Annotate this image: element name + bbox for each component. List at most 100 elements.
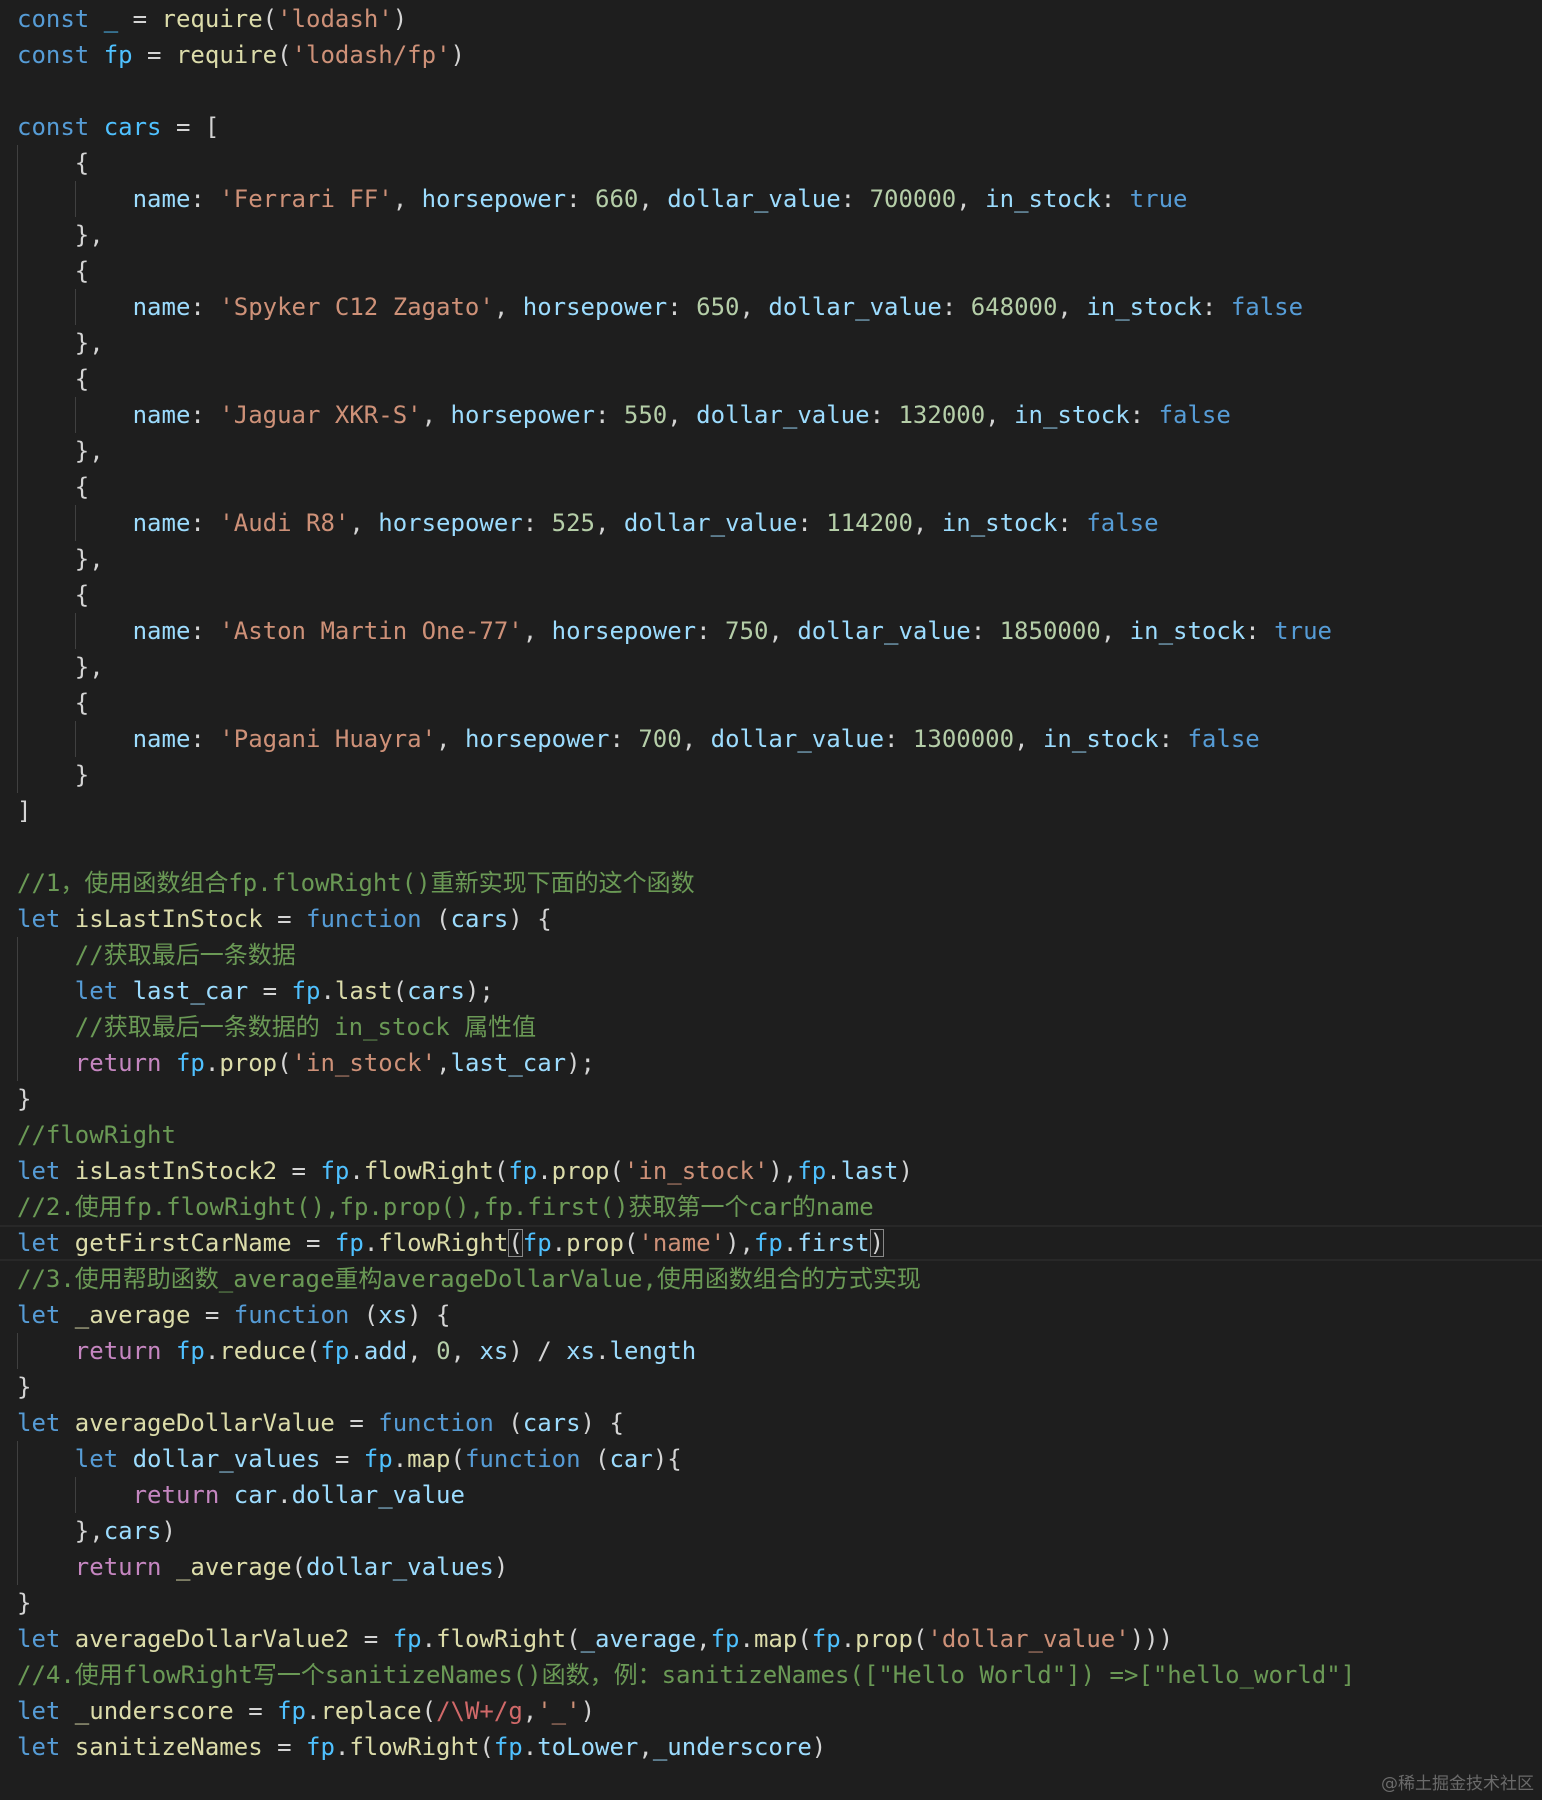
code-line[interactable]: }: [0, 1081, 1542, 1117]
code-token: fp: [753, 1229, 783, 1257]
code-token: :: [1057, 509, 1087, 537]
code-token: fp: [103, 41, 133, 69]
code-token: 750: [725, 617, 769, 645]
code-line[interactable]: //获取最后一条数据的 in_stock 属性值: [0, 1009, 1542, 1045]
code-line[interactable]: }: [0, 1585, 1542, 1621]
code-line[interactable]: const _ = require('lodash'): [0, 1, 1542, 37]
code-token: let: [17, 1697, 75, 1725]
watermark: @稀土掘金技术社区: [1381, 1774, 1534, 1794]
code-line[interactable]: let sanitizeNames = fp.flowRight(fp.toLo…: [0, 1729, 1542, 1765]
code-line[interactable]: return fp.reduce(fp.add, 0, xs) / xs.len…: [0, 1333, 1542, 1369]
code-line[interactable]: let averageDollarValue = function (cars)…: [0, 1405, 1542, 1441]
code-line[interactable]: let averageDollarValue2 = fp.flowRight(_…: [0, 1621, 1542, 1657]
code-token: toLower: [537, 1733, 639, 1761]
code-line[interactable]: },: [0, 541, 1542, 577]
code-token: _underscore: [74, 1697, 234, 1725]
code-line[interactable]: //1，使用函数组合fp.flowRight()重新实现下面的这个函数: [0, 865, 1542, 901]
code-line[interactable]: let last_car = fp.last(cars);: [0, 973, 1542, 1009]
code-token: ): [161, 1517, 176, 1545]
code-token: .: [349, 1157, 364, 1185]
code-token: const: [17, 113, 104, 141]
code-line[interactable]: {: [0, 685, 1542, 721]
code-line[interactable]: //4.使用flowRight写一个sanitizeNames()函数，例：sa…: [0, 1657, 1542, 1693]
code-line[interactable]: name: 'Jaguar XKR-S', horsepower: 550, d…: [0, 397, 1542, 433]
code-line[interactable]: {: [0, 145, 1542, 181]
code-token: :: [190, 293, 220, 321]
code-line[interactable]: [0, 73, 1542, 109]
code-token: }: [17, 1085, 32, 1113]
code-token: ): [811, 1733, 827, 1761]
code-token: /\W+/g: [436, 1697, 523, 1725]
code-token: cars: [103, 113, 162, 141]
code-token: ,: [421, 401, 451, 429]
code-token: (: [450, 1445, 465, 1473]
indent-guide: [74, 613, 76, 649]
code-token: last_car: [450, 1049, 567, 1077]
code-token: ,: [1014, 725, 1043, 753]
code-line[interactable]: name: 'Aston Martin One-77', horsepower:…: [0, 613, 1542, 649]
code-line[interactable]: return fp.prop('in_stock',last_car);: [0, 1045, 1542, 1081]
code-token: ): [392, 5, 408, 33]
indent-guide: [17, 253, 18, 289]
code-line[interactable]: {: [0, 361, 1542, 397]
code-line[interactable]: //2.使用fp.flowRight(),fp.prop(),fp.first(…: [0, 1189, 1542, 1225]
code-token: //获取最后一条数据的 in_stock 属性值: [74, 1013, 537, 1041]
code-line[interactable]: }: [0, 1369, 1542, 1405]
code-token: prop: [566, 1229, 624, 1257]
code-line[interactable]: {: [0, 577, 1542, 613]
code-line[interactable]: name: 'Spyker C12 Zagato', horsepower: 6…: [0, 289, 1542, 325]
code-line[interactable]: {: [0, 469, 1542, 505]
code-line[interactable]: name: 'Audi R8', horsepower: 525, dollar…: [0, 505, 1542, 541]
code-line[interactable]: },: [0, 649, 1542, 685]
code-editor[interactable]: const _ = require('lodash') const fp = re…: [0, 1, 1542, 1765]
code-token: );: [464, 977, 494, 1005]
code-token: (: [291, 1553, 306, 1581]
code-line[interactable]: name: 'Pagani Huayra', horsepower: 700, …: [0, 721, 1542, 757]
code-token: averageDollarValue: [74, 1409, 335, 1437]
code-token: isLastInStock2: [74, 1157, 278, 1185]
code-line[interactable]: },cars): [0, 1513, 1542, 1549]
code-line[interactable]: let isLastInStock2 = fp.flowRight(fp.pro…: [0, 1153, 1542, 1189]
code-token: require: [161, 5, 263, 33]
code-token: dollar_values: [306, 1553, 494, 1581]
code-line[interactable]: [0, 829, 1542, 865]
code-line[interactable]: },: [0, 217, 1542, 253]
code-line[interactable]: const cars = [: [0, 109, 1542, 145]
code-token: flowRight: [349, 1733, 480, 1761]
code-line[interactable]: let dollar_values = fp.map(function (car…: [0, 1441, 1542, 1477]
code-token: _underscore: [652, 1733, 812, 1761]
code-line[interactable]: //3.使用帮助函数_average重构averageDollarValue,使…: [0, 1261, 1542, 1297]
code-line[interactable]: },: [0, 433, 1542, 469]
code-token: :: [667, 293, 697, 321]
indent-guide: [17, 397, 18, 433]
code-line[interactable]: ]: [0, 793, 1542, 829]
indent-guide: [17, 613, 18, 649]
code-token: prop: [855, 1625, 913, 1653]
code-line[interactable]: let isLastInStock = function (cars) {: [0, 901, 1542, 937]
code-line[interactable]: {: [0, 253, 1542, 289]
code-line[interactable]: let getFirstCarName = fp.flowRight(fp.pr…: [0, 1225, 1542, 1261]
code-line[interactable]: return car.dollar_value: [0, 1477, 1542, 1513]
code-token: //4.使用flowRight写一个sanitizeNames()函数，例：sa…: [17, 1661, 1356, 1689]
code-token: :: [696, 617, 726, 645]
code-token: fp: [175, 1049, 205, 1077]
code-token: :: [1100, 185, 1130, 213]
code-line[interactable]: let _average = function (xs) {: [0, 1297, 1542, 1333]
code-token: }: [17, 1589, 32, 1617]
code-line[interactable]: //获取最后一条数据: [0, 937, 1542, 973]
code-token: :: [190, 185, 220, 213]
indent-guide: [74, 181, 76, 217]
code-token: },: [17, 329, 104, 357]
code-token: (: [262, 5, 278, 33]
code-line[interactable]: let _underscore = fp.replace(/\W+/g,'_'): [0, 1693, 1542, 1729]
code-line[interactable]: },: [0, 325, 1542, 361]
code-line[interactable]: return _average(dollar_values): [0, 1549, 1542, 1585]
code-token: in_stock: [1086, 293, 1202, 321]
code-line[interactable]: //flowRight: [0, 1117, 1542, 1153]
code-token: 650: [696, 293, 740, 321]
code-token: false: [1187, 725, 1260, 753]
code-line[interactable]: const fp = require('lodash/fp'): [0, 37, 1542, 73]
code-line[interactable]: }: [0, 757, 1542, 793]
code-token: fp: [811, 1625, 841, 1653]
code-line[interactable]: name: 'Ferrari FF', horsepower: 660, dol…: [0, 181, 1542, 217]
